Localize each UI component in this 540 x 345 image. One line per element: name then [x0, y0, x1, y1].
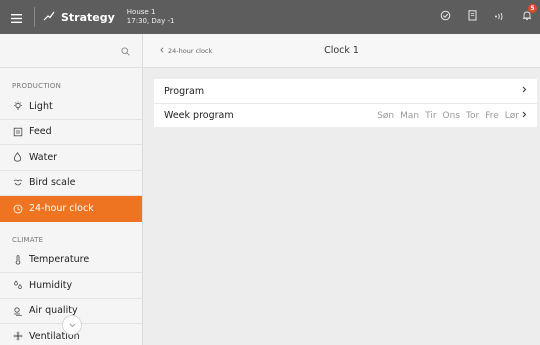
group-label-climate: CLIMATE: [12, 235, 44, 244]
shield-check-icon: [440, 10, 451, 24]
house-time: 17:30, Day -1: [126, 17, 175, 25]
hamburger-menu-button[interactable]: [4, 0, 28, 34]
sidebar-item-24-hour-clock[interactable]: 24-hour clock: [0, 196, 142, 222]
sidebar-item-label: Water: [29, 151, 58, 163]
chevron-right-icon: [522, 111, 527, 121]
weekday-label: Lør: [504, 110, 519, 121]
back-label: 24-hour clock: [168, 47, 213, 55]
chevron-left-icon: [160, 47, 164, 55]
chevron-right-icon: [522, 86, 527, 96]
strategy-button[interactable]: Strategy: [43, 11, 115, 24]
clock-icon: [12, 204, 23, 214]
page-header: 24-hour clock Clock 1: [143, 34, 540, 68]
sidebar-item-label: Temperature: [29, 254, 90, 266]
connection-button[interactable]: [486, 0, 513, 34]
alarm-status-button[interactable]: [432, 0, 459, 34]
notifications-button[interactable]: 5: [513, 0, 540, 34]
weekday-label: Tir: [425, 110, 437, 121]
weekday-label: Ons: [442, 110, 461, 121]
sidebar: PRODUCTION Light Feed Water Bird scale 2…: [0, 34, 143, 345]
sidebar-item-bird-scale[interactable]: Bird scale: [0, 171, 142, 196]
feed-icon: [12, 127, 23, 137]
sidebar-item-water[interactable]: Water: [0, 145, 142, 171]
sidebar-item-light[interactable]: Light: [0, 94, 142, 120]
notification-badge: 5: [528, 4, 537, 13]
back-button[interactable]: 24-hour clock: [160, 34, 212, 68]
row-label: Program: [164, 85, 205, 97]
top-bar: Strategy House 1 17:30, Day -1 5: [0, 0, 540, 34]
search-icon: [121, 41, 130, 60]
clock-settings-card: Program Week program Søn Man Tir Ons Tor…: [154, 79, 537, 127]
sidebar-item-feed[interactable]: Feed: [0, 120, 142, 145]
signal-icon: [494, 11, 505, 24]
water-drop-icon: [12, 152, 23, 162]
house-info[interactable]: House 1 17:30, Day -1: [127, 8, 175, 26]
sidebar-item-label: Feed: [29, 126, 52, 138]
weekday-list: Søn Man Tir Ons Tor Fre Lør: [377, 111, 519, 121]
main-content: 24-hour clock Clock 1 Program Week progr…: [143, 34, 540, 345]
row-label: Week program: [164, 110, 234, 121]
sidebar-item-label: Humidity: [29, 279, 73, 291]
program-row[interactable]: Program: [154, 79, 537, 103]
logbook-button[interactable]: [459, 0, 486, 34]
weekday-label: Søn: [377, 110, 395, 121]
strategy-label: Strategy: [61, 10, 115, 24]
humidity-icon: [12, 280, 23, 290]
sidebar-item-label: 24-hour clock: [29, 203, 94, 215]
fan-icon: [12, 331, 23, 341]
sidebar-item-humidity[interactable]: Humidity: [0, 273, 142, 299]
group-label-production: PRODUCTION: [12, 82, 62, 90]
strategy-icon: [43, 11, 55, 24]
sidebar-scroll-down-button[interactable]: [62, 315, 82, 335]
document-icon: [468, 10, 478, 24]
menu-icon: [10, 8, 22, 27]
sidebar-item-label: Light: [29, 100, 53, 112]
air-quality-icon: [12, 306, 23, 316]
thermometer-icon: [12, 254, 23, 265]
house-name: House 1: [126, 8, 156, 16]
sidebar-item-temperature[interactable]: Temperature: [0, 248, 142, 273]
weekday-label: Man: [400, 110, 420, 121]
chevron-down-icon: [69, 321, 76, 330]
week-program-row[interactable]: Week program Søn Man Tir Ons Tor Fre Lør: [154, 103, 537, 127]
topbar-divider: [34, 7, 35, 27]
weekday-label: Tor: [466, 110, 480, 121]
sidebar-search[interactable]: [0, 34, 142, 68]
bird-scale-icon: [12, 178, 23, 188]
bulb-icon: [12, 101, 23, 111]
weekday-label: Fre: [485, 110, 499, 121]
sidebar-item-label: Bird scale: [29, 177, 76, 189]
